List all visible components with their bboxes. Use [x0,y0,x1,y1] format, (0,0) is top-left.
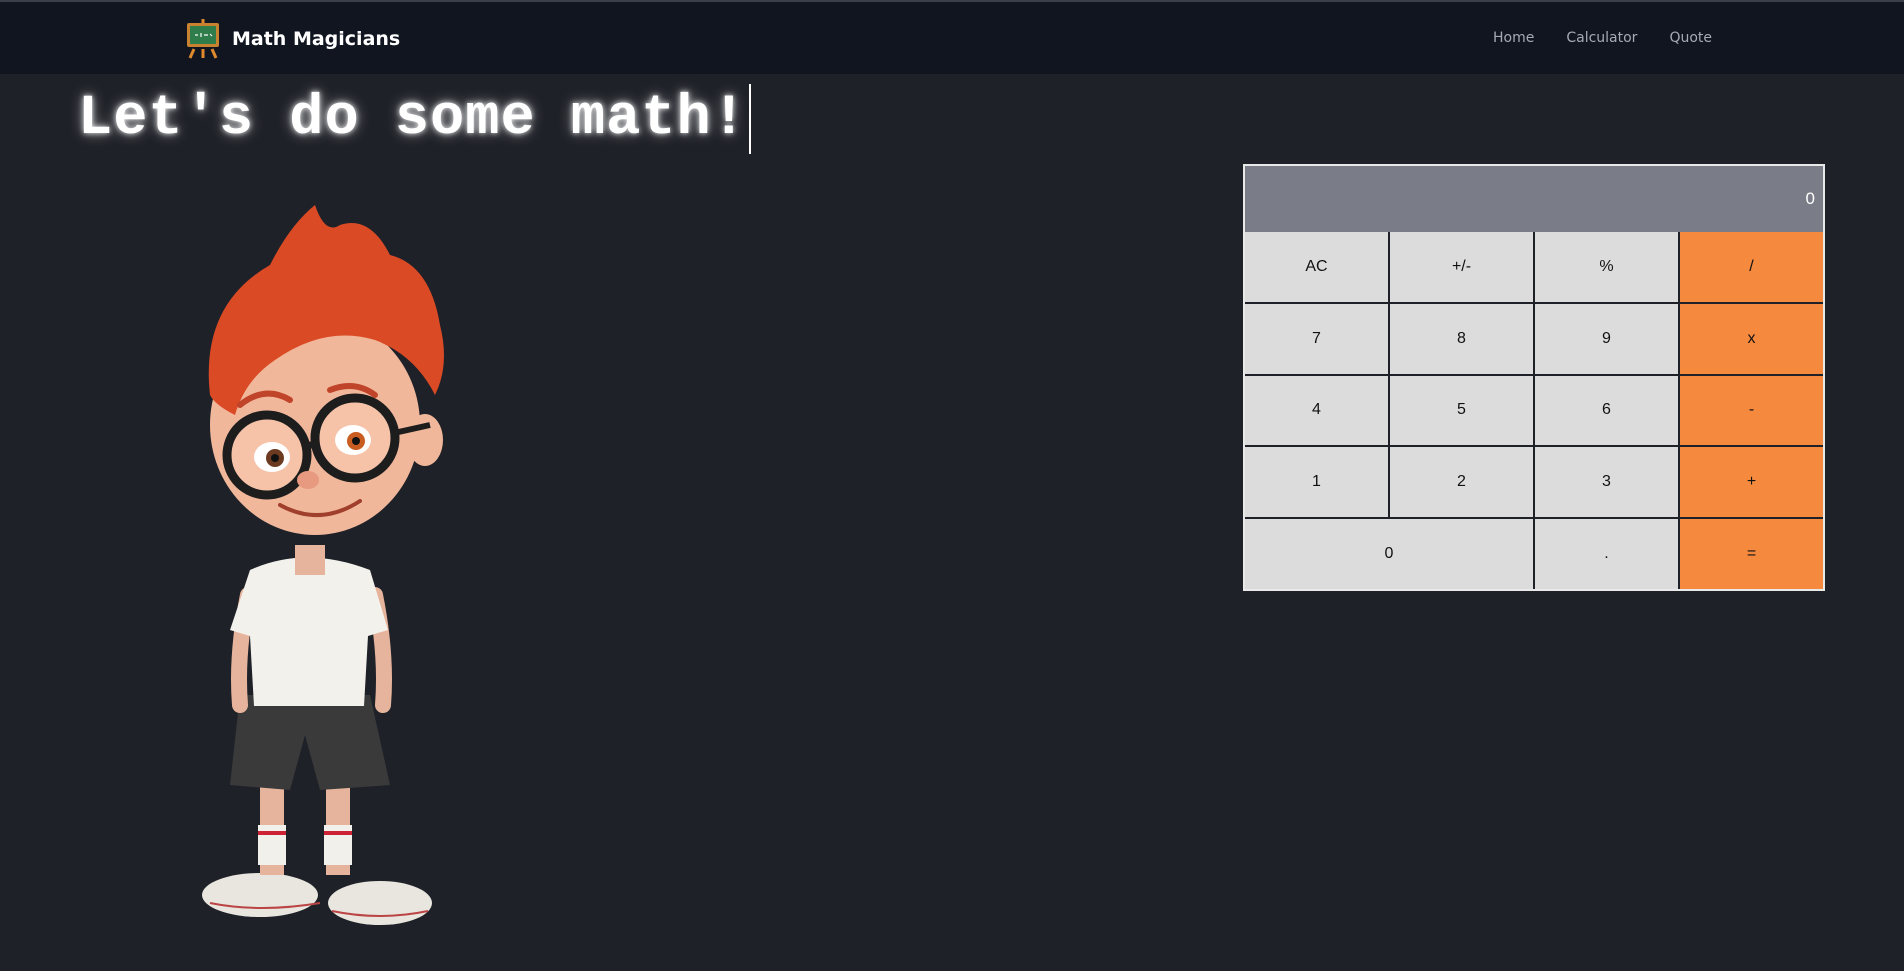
cartoon-boy-illustration [202,205,444,925]
key-5[interactable]: 5 [1390,375,1533,446]
chalkboard-easel-icon [187,19,219,59]
key-2[interactable]: 2 [1390,447,1533,518]
key-7[interactable]: 7 [1245,303,1388,374]
key-8[interactable]: 8 [1390,303,1533,374]
key-0[interactable]: 0 [1245,519,1533,589]
key-all-clear[interactable]: AC [1245,232,1388,302]
nav-link-calculator[interactable]: Calculator [1566,30,1637,46]
brand-name: Math Magicians [232,28,401,50]
typing-caret [748,84,751,154]
key-equals[interactable]: = [1680,519,1823,589]
calculator-display: 0 [1245,166,1823,232]
key-subtract[interactable]: - [1680,375,1823,446]
nav-link-quote[interactable]: Quote [1669,30,1712,46]
calculator-keypad: AC +/- % / 7 8 9 x 4 5 6 - 1 2 3 + 0 . = [1245,232,1823,589]
key-9[interactable]: 9 [1535,303,1678,374]
calculator: 0 AC +/- % / 7 8 9 x 4 5 6 - 1 2 3 + 0 .… [1243,164,1825,591]
key-decimal[interactable]: . [1535,519,1678,589]
key-1[interactable]: 1 [1245,447,1388,518]
brand[interactable]: Math Magicians [186,19,400,59]
key-3[interactable]: 3 [1535,447,1678,518]
key-multiply[interactable]: x [1680,303,1823,374]
headline: Let's do some math! [78,84,751,154]
key-6[interactable]: 6 [1535,375,1678,446]
nav-link-home[interactable]: Home [1493,30,1534,46]
key-add[interactable]: + [1680,447,1823,518]
nav-links: Home Calculator Quote [1493,30,1744,46]
key-4[interactable]: 4 [1245,375,1388,446]
key-percent[interactable]: % [1535,232,1678,302]
key-toggle-sign[interactable]: +/- [1390,232,1533,302]
headline-text: Let's do some math! [78,87,747,151]
key-divide[interactable]: / [1680,232,1823,302]
navbar: Math Magicians Home Calculator Quote [0,0,1904,74]
